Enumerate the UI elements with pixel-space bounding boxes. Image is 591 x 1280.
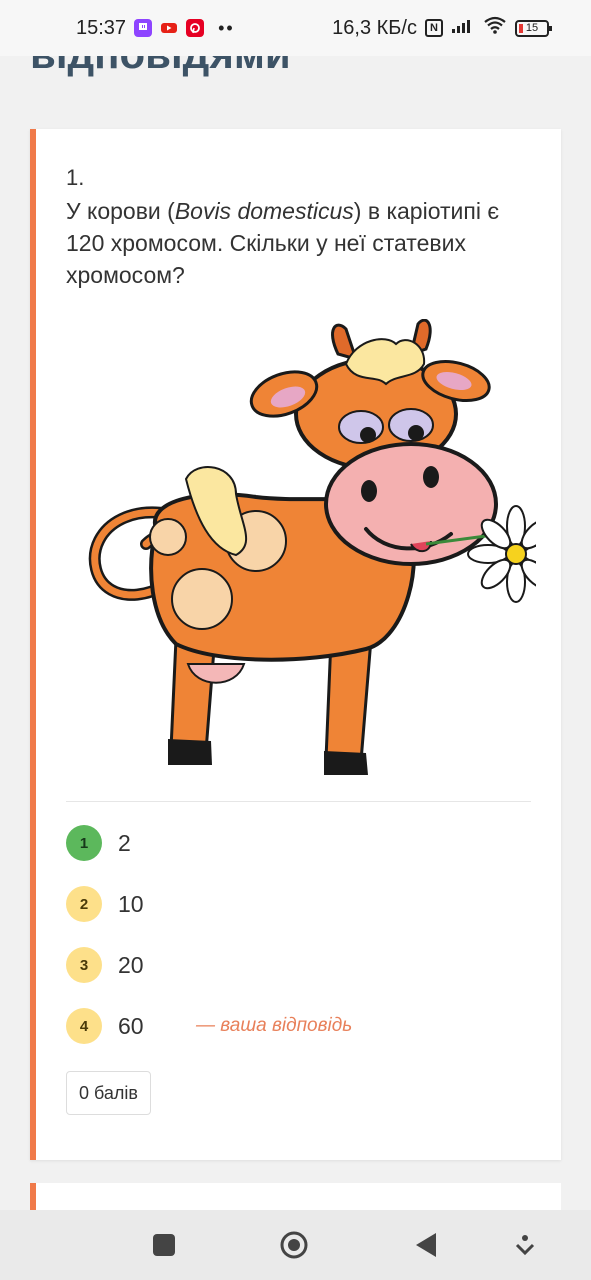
- divider: [66, 801, 531, 802]
- network-speed: 16,3 КБ/с: [332, 16, 417, 39]
- question-text: У корови (Bovis domesticus) в каріотипі …: [66, 195, 536, 291]
- back-button[interactable]: [411, 1230, 441, 1260]
- wifi-icon: [483, 16, 507, 40]
- question-text-before: У корови (: [66, 198, 175, 224]
- answer-option-2[interactable]: 2 10: [66, 884, 178, 924]
- status-bar: 15:37 •• 16,3 КБ/с N 15: [0, 0, 591, 56]
- option-badge: 2: [66, 886, 102, 922]
- hide-keyboard-button[interactable]: [510, 1230, 540, 1260]
- question-number: 1.: [66, 165, 85, 190]
- status-time: 15:37: [76, 16, 127, 39]
- pinterest-icon: [186, 19, 205, 37]
- score-badge: 0 балів: [66, 1071, 151, 1115]
- option-value: 60: [118, 1012, 144, 1039]
- your-answer-note: — ваша відповідь: [196, 1015, 353, 1036]
- signal-icon: [451, 17, 475, 40]
- cow-illustration: [76, 318, 565, 779]
- species-name: Bovis domesticus: [174, 198, 354, 224]
- option-badge: 4: [66, 1008, 102, 1044]
- nfc-icon: N: [425, 19, 443, 37]
- option-value: 2: [118, 829, 131, 856]
- twitch-icon: [134, 19, 153, 37]
- more-notifications-icon: ••: [218, 17, 235, 38]
- answer-option-4[interactable]: 4 60 — ваша відповідь: [66, 1006, 352, 1046]
- recent-apps-button[interactable]: [149, 1230, 179, 1260]
- answer-option-3[interactable]: 3 20: [66, 945, 178, 985]
- option-badge: 3: [66, 947, 102, 983]
- answer-option-1[interactable]: 1 2: [66, 823, 178, 863]
- youtube-icon: [160, 19, 178, 37]
- battery-icon: 15: [515, 19, 552, 37]
- navigation-bar: [0, 1210, 591, 1280]
- question-card: 1. У корови (Bovis domesticus) в каріоти…: [30, 129, 565, 1160]
- battery-level: 15: [525, 22, 539, 34]
- option-value: 20: [118, 951, 144, 978]
- home-button[interactable]: [279, 1230, 309, 1260]
- option-badge-correct: 1: [66, 825, 102, 861]
- option-value: 10: [118, 890, 144, 917]
